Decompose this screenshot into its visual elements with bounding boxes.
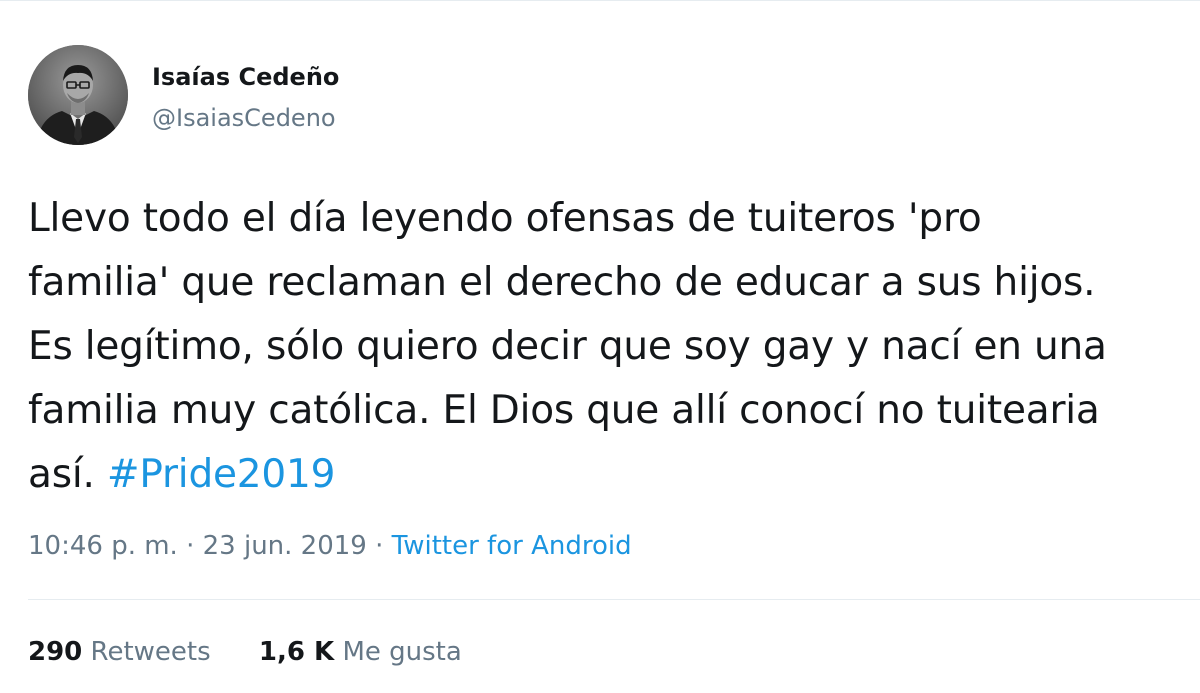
tweet-text-line: familia' que reclaman el derecho de educ…: [28, 260, 1096, 305]
meta-separator: ·: [366, 531, 392, 561]
tweet-text-line: familia muy católica. El Dios que allí c…: [28, 388, 1100, 433]
tweet-stats: 290 Retweets 1,6 K Me gusta: [28, 635, 502, 669]
tweet-text-line: Es legítimo, sólo quiero decir que soy g…: [28, 324, 1107, 369]
user-handle[interactable]: @IsaiasCedeno: [152, 104, 336, 132]
tweet-date[interactable]: 23 jun. 2019: [203, 531, 367, 561]
retweets-count: 290: [28, 637, 83, 667]
display-name[interactable]: Isaías Cedeño: [152, 63, 339, 91]
tweet-text-line: Llevo todo el día leyendo ofensas de tui…: [28, 196, 982, 241]
likes-count: 1,6 K: [258, 637, 335, 667]
tweet-meta: 10:46 p. m. · 23 jun. 2019 · Twitter for…: [28, 529, 632, 563]
tweet-card: Isaías Cedeño @IsaiasCedeno Llevo todo e…: [0, 0, 1200, 693]
tweet-text-last-prefix: así.: [28, 452, 107, 497]
tweet-time[interactable]: 10:46 p. m.: [28, 531, 178, 561]
tweet-source-link[interactable]: Twitter for Android: [392, 531, 632, 561]
tweet-text: Llevo todo el día leyendo ofensas de tui…: [28, 187, 1200, 507]
hashtag-link[interactable]: #Pride2019: [107, 452, 336, 497]
profile-photo-icon: [28, 45, 128, 145]
tweet-text-line: así. #Pride2019: [28, 443, 1200, 507]
meta-separator: ·: [177, 531, 203, 561]
avatar[interactable]: [28, 45, 128, 145]
divider: [28, 599, 1200, 600]
retweets-stat[interactable]: 290 Retweets: [28, 635, 211, 669]
likes-label: Me gusta: [342, 637, 462, 667]
likes-stat[interactable]: 1,6 K Me gusta: [259, 635, 462, 669]
retweets-label: Retweets: [90, 637, 211, 667]
